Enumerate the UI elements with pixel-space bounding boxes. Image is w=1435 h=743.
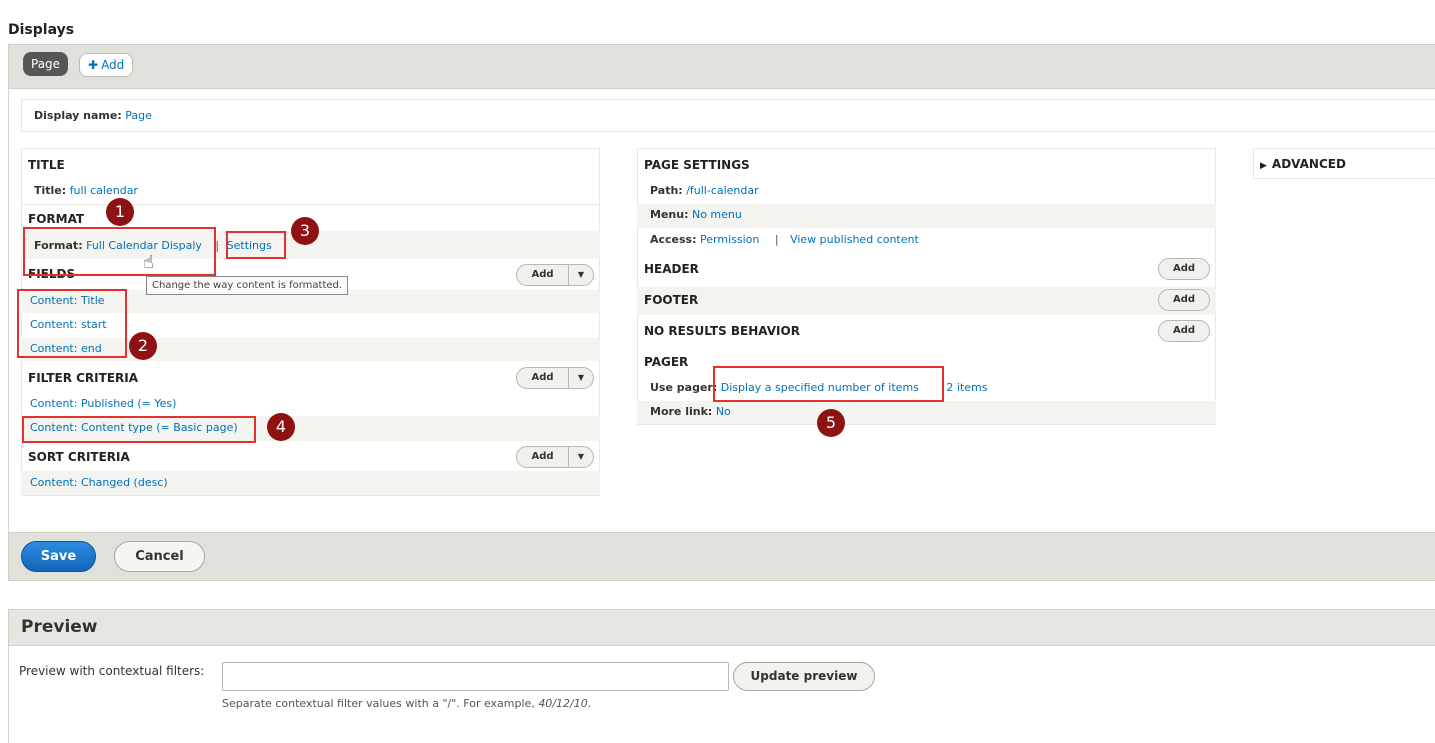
path-label: Path: [650,184,683,197]
filter-add-button[interactable]: Add ▼ [516,367,594,389]
annotation-box-pager [713,366,944,402]
annotation-box-settings [226,231,286,259]
title-row: Title: full calendar [34,184,138,197]
triangle-right-icon: ▶ [1260,161,1267,171]
cancel-button[interactable]: Cancel [114,541,205,572]
more-link-row: More link: No [650,405,731,418]
advanced-toggle[interactable]: ▶ ADVANCED [1260,157,1346,171]
preview-title: Preview [21,617,98,637]
annotation-marker-4: 4 [267,413,295,441]
fields-add-label: Add [517,265,569,285]
format-heading: FORMAT [28,212,85,226]
contextual-filters-input[interactable] [222,662,729,691]
no-results-add-button[interactable]: Add [1158,320,1210,342]
chevron-down-icon[interactable]: ▼ [569,368,593,388]
pager-items-link[interactable]: 2 items [946,381,987,394]
display-name: Display name: Page [34,109,152,122]
use-pager-label: Use pager: [650,381,718,394]
action-bar [8,532,1435,581]
pager-heading: PAGER [644,355,689,369]
annotation-marker-2: 2 [129,332,157,360]
access-view-link[interactable]: View published content [790,233,919,246]
sort-item-changed[interactable]: Content: Changed (desc) [30,476,168,489]
menu-label: Menu: [650,208,689,221]
header-heading: HEADER [644,262,699,276]
more-link-label: More link: [650,405,713,418]
preview-label: Preview with contextual filters: [19,664,205,678]
preview-help-example: 40/12/10 [538,697,588,710]
annotation-box-content-type [22,416,256,443]
preview-body-border [8,646,9,743]
page-title: Displays [8,22,75,38]
display-name-link[interactable]: Page [125,109,152,122]
annotation-marker-1: 1 [106,198,134,226]
footer-heading: FOOTER [644,293,699,307]
sort-add-button[interactable]: Add ▼ [516,446,594,468]
preview-help-text: Separate contextual filter values with a… [222,697,591,710]
preview-help-prefix: Separate contextual filter values with a… [222,697,539,710]
hand-cursor-icon: ☝ [143,252,154,273]
path-link[interactable]: /full-calendar [686,184,758,197]
path-row: Path: /full-calendar [650,184,759,197]
menu-row: Menu: No menu [650,208,742,221]
sort-add-label: Add [517,447,569,467]
access-permission-link[interactable]: Permission [700,233,759,246]
format-tooltip: Change the way content is formatted. [146,276,349,295]
access-separator: | [774,233,779,246]
add-display-label: Add [101,58,125,72]
filter-add-label: Add [517,368,569,388]
access-row: Access: Permission | View published cont… [650,233,919,246]
access-label: Access: [650,233,697,246]
footer-row-bg [637,287,1216,315]
filter-item-published[interactable]: Content: Published (= Yes) [30,397,176,410]
add-display-button[interactable]: ✚ Add [79,53,134,77]
annotation-marker-5: 5 [817,409,845,437]
footer-add-button[interactable]: Add [1158,289,1210,311]
plus-icon: ✚ [88,58,99,72]
save-button[interactable]: Save [21,541,96,572]
fields-add-button[interactable]: Add ▼ [516,264,594,286]
display-tabs-bar [8,44,1435,89]
preview-help-suffix: . [587,697,592,710]
annotation-box-fields [17,289,127,358]
sort-heading: SORT CRITERIA [28,450,130,464]
preview-header-bar [8,609,1435,646]
no-results-heading: NO RESULTS BEHAVIOR [644,324,800,338]
update-preview-button[interactable]: Update preview [733,662,875,691]
advanced-label: ADVANCED [1271,157,1346,171]
chevron-down-icon[interactable]: ▼ [569,265,593,285]
annotation-marker-3: 3 [291,217,319,245]
title-heading: TITLE [28,158,65,172]
title-label: Title: [34,184,67,197]
display-name-box [21,99,1435,132]
chevron-down-icon[interactable]: ▼ [569,447,593,467]
tab-page[interactable]: Page [23,52,69,76]
display-name-label: Display name: [34,109,122,122]
title-link[interactable]: full calendar [70,184,138,197]
page-settings-heading: PAGE SETTINGS [644,158,750,172]
annotation-box-format [23,227,216,276]
filter-heading: FILTER CRITERIA [28,371,139,385]
menu-link[interactable]: No menu [692,208,742,221]
more-link-link[interactable]: No [716,405,731,418]
header-add-button[interactable]: Add [1158,258,1210,280]
